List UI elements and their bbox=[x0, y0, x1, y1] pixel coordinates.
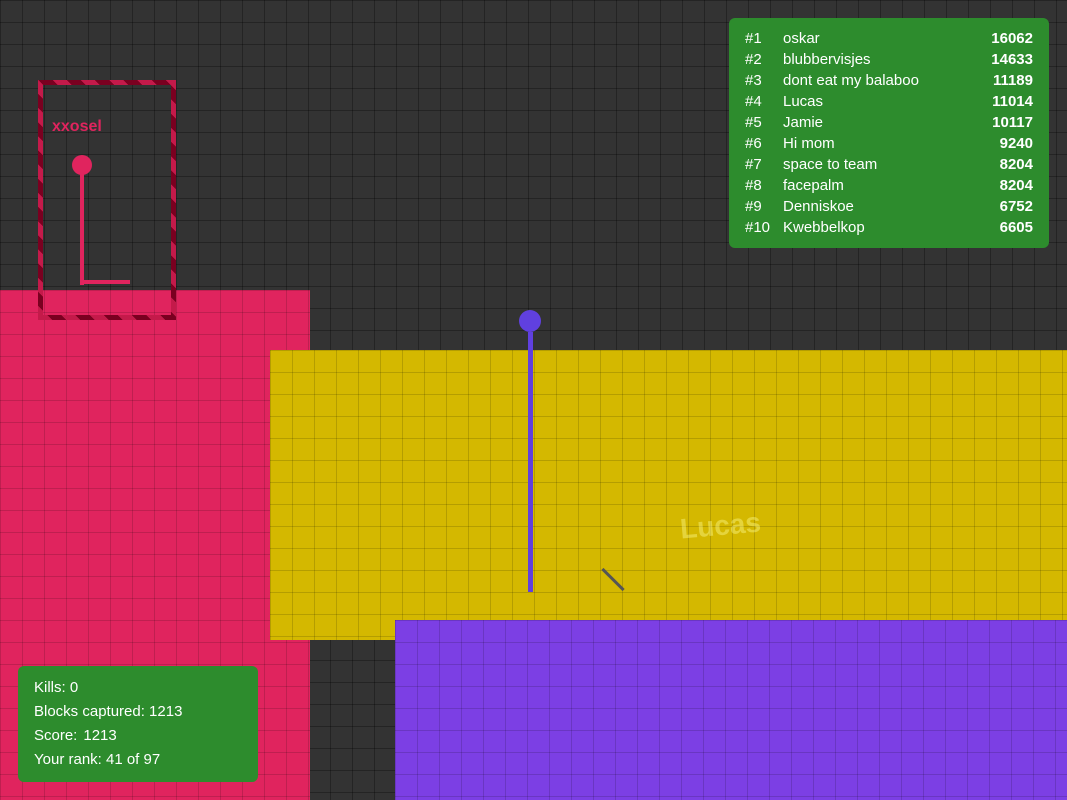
lb-rank-5: #5 bbox=[745, 114, 783, 131]
score-value: 1213 bbox=[83, 724, 116, 748]
leaderboard-row-9: #9 Denniskoe 6752 bbox=[745, 196, 1033, 217]
score-label: Score: bbox=[34, 724, 77, 748]
lb-score-1: 16062 bbox=[978, 30, 1033, 47]
lb-rank-1: #1 bbox=[745, 30, 783, 47]
lb-score-5: 10117 bbox=[978, 114, 1033, 131]
lb-name-6: Hi mom bbox=[783, 135, 978, 152]
player-name-label: xxosel bbox=[52, 118, 102, 136]
snake-trail-pink-vertical bbox=[80, 165, 84, 285]
lb-rank-2: #2 bbox=[745, 51, 783, 68]
lb-score-8: 8204 bbox=[978, 177, 1033, 194]
stats-panel: Kills: 0 Blocks captured: 1213 Score: 12… bbox=[18, 666, 258, 782]
lb-name-3: dont eat my balaboo bbox=[783, 72, 978, 89]
lb-name-4: Lucas bbox=[783, 93, 978, 110]
leaderboard-row-3: #3 dont eat my balaboo 11189 bbox=[745, 70, 1033, 91]
lb-name-2: blubbervisjes bbox=[783, 51, 978, 68]
player-trail-border bbox=[38, 80, 176, 320]
territory-purple bbox=[395, 620, 1067, 800]
lb-rank-10: #10 bbox=[745, 219, 783, 236]
blocks-stat: Blocks captured: 1213 bbox=[34, 700, 242, 724]
leaderboard-row-6: #6 Hi mom 9240 bbox=[745, 133, 1033, 154]
score-stat: Score: 1213 bbox=[34, 724, 242, 748]
lb-score-7: 8204 bbox=[978, 156, 1033, 173]
lb-name-5: Jamie bbox=[783, 114, 978, 131]
leaderboard-row-2: #2 blubbervisjes 14633 bbox=[745, 49, 1033, 70]
leaderboard-panel: #1 oskar 16062 #2 blubbervisjes 14633 #3… bbox=[729, 18, 1049, 248]
lb-rank-3: #3 bbox=[745, 72, 783, 89]
lb-name-9: Denniskoe bbox=[783, 198, 978, 215]
lb-name-1: oskar bbox=[783, 30, 978, 47]
leaderboard-row-10: #10 Kwebbelkop 6605 bbox=[745, 217, 1033, 238]
lb-rank-9: #9 bbox=[745, 198, 783, 215]
lb-name-8: facepalm bbox=[783, 177, 978, 194]
leaderboard-row-1: #1 oskar 16062 bbox=[745, 28, 1033, 49]
lb-rank-8: #8 bbox=[745, 177, 783, 194]
snake-trail-pink-horizontal bbox=[80, 280, 130, 284]
lb-score-10: 6605 bbox=[978, 219, 1033, 236]
snake-trail-purple-vertical bbox=[528, 332, 533, 592]
kills-stat: Kills: 0 bbox=[34, 676, 242, 700]
lb-rank-4: #4 bbox=[745, 93, 783, 110]
lb-score-2: 14633 bbox=[978, 51, 1033, 68]
lb-score-4: 11014 bbox=[978, 93, 1033, 110]
leaderboard-row-4: #4 Lucas 11014 bbox=[745, 91, 1033, 112]
rank-stat: Your rank: 41 of 97 bbox=[34, 748, 242, 772]
lb-score-9: 6752 bbox=[978, 198, 1033, 215]
lb-score-6: 9240 bbox=[978, 135, 1033, 152]
leaderboard-row-7: #7 space to team 8204 bbox=[745, 154, 1033, 175]
territory-yellow bbox=[270, 350, 1067, 640]
lb-name-7: space to team bbox=[783, 156, 978, 173]
player-purple-dot bbox=[519, 310, 541, 332]
lb-rank-6: #6 bbox=[745, 135, 783, 152]
lb-score-3: 11189 bbox=[978, 72, 1033, 89]
lb-name-10: Kwebbelkop bbox=[783, 219, 978, 236]
lb-rank-7: #7 bbox=[745, 156, 783, 173]
leaderboard-row-8: #8 facepalm 8204 bbox=[745, 175, 1033, 196]
leaderboard-row-5: #5 Jamie 10117 bbox=[745, 112, 1033, 133]
